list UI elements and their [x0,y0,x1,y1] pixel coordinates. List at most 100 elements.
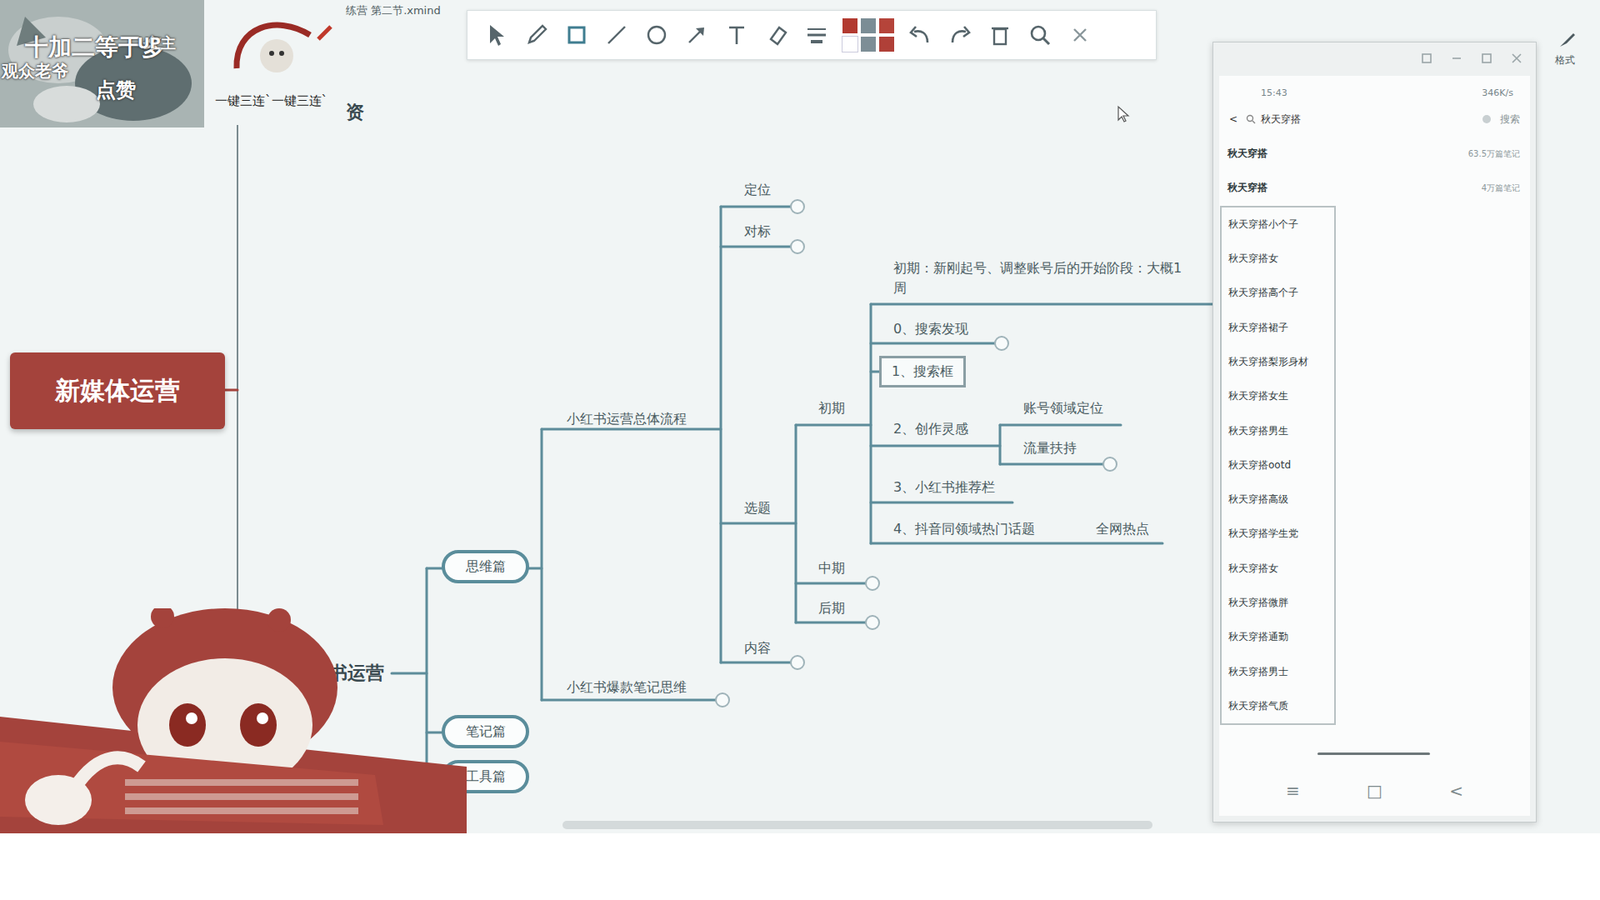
color-swatch[interactable] [879,18,895,34]
horizontal-scrollbar[interactable] [562,820,1153,830]
suggestion-row[interactable]: 秋天穿搭女 [1221,551,1335,586]
topic-node[interactable]: 小红书爆款笔记思维 [566,679,687,696]
suggestion-text: 秋天穿搭学生党 [1228,526,1299,541]
nav-button[interactable]: < [1449,780,1464,801]
color-swatch[interactable] [860,36,876,52]
topic-node[interactable]: 全网热点 [1095,520,1150,538]
meme-face-icon [226,10,335,94]
topic-node[interactable]: 小红书运营总体流程 [566,410,687,428]
topic-node[interactable]: 账号领域定位 [1023,400,1104,417]
back-button[interactable]: < [1229,113,1238,125]
suggestion-row[interactable]: 秋天穿搭男士 [1221,654,1335,689]
color-swatch[interactable] [879,36,895,52]
phone-screen: 15:43346K/s<秋天穿搭搜索秋天穿搭63.5万篇笔记秋天穿搭4万篇笔记秋… [1219,75,1530,816]
rect-tool[interactable] [562,20,591,50]
topic-node[interactable]: 1、搜索框 [879,355,966,388]
sticker-text: 点赞 [95,76,136,104]
suggestion-row[interactable]: 秋天穿搭通勤 [1221,620,1335,655]
nav-button[interactable]: □ [1366,780,1383,801]
circle-icon [642,20,671,50]
close-icon [1065,20,1095,50]
text-tool[interactable] [722,20,751,50]
suggestion-row[interactable]: 秋天穿搭男生 [1221,413,1335,448]
topic-pill[interactable]: 思维篇 [441,550,530,584]
clear-icon [1481,114,1492,125]
suggestion-row[interactable]: 秋天穿搭气质 [1221,689,1335,724]
suggestion-text: 秋天穿搭女生 [1228,389,1289,404]
line-tool[interactable] [602,20,631,50]
search-query[interactable]: 秋天穿搭 [1260,112,1301,127]
suggestion-row[interactable]: 秋天穿搭微胖 [1221,585,1335,620]
sticker-caption: 一键三连`一键三连` [215,93,328,110]
search-button[interactable]: 搜索 [1500,112,1520,127]
trash-icon [985,20,1015,50]
suggestion-row[interactable]: 秋天穿搭女生 [1221,379,1335,414]
suggestion-text: 秋天穿搭高级 [1228,492,1289,507]
pin-button[interactable] [1420,52,1433,67]
min-icon [1450,52,1463,65]
undo-icon [905,20,935,50]
suggestion-text: 秋天穿搭女 [1228,251,1279,266]
suggestion-row[interactable]: 秋天穿搭裙子 [1221,310,1335,345]
pointer-tool[interactable] [482,20,511,50]
rect-icon [562,20,591,50]
trash-tool[interactable] [985,20,1015,50]
suggestion-text: 秋天穿搭女 [1228,561,1279,576]
bottom-strip [0,833,1600,900]
suggestion-row[interactable]: 秋天穿搭高个子 [1221,275,1335,310]
suggestion-text: 秋天穿搭男士 [1228,665,1289,680]
nav-button[interactable]: ≡ [1285,780,1300,801]
close-tool[interactable] [1065,20,1095,50]
undo-tool[interactable] [905,20,935,50]
suggestion-row[interactable]: 秋天穿搭梨形身材 [1221,345,1335,380]
topic-node[interactable]: 对标 [744,223,771,240]
circle-tool[interactable] [642,20,671,50]
topic-node[interactable]: 内容 [744,640,771,657]
result-row[interactable]: 秋天穿搭63.5万篇笔记 [1219,136,1530,171]
topic-node[interactable]: 3、小红书推荐栏 [893,479,995,496]
topic-node[interactable]: 2、创作灵感 [893,420,969,438]
pin-icon [1420,52,1433,65]
pen-tool[interactable] [522,20,551,50]
color-swatch[interactable] [842,18,858,34]
arrow-tool[interactable] [682,20,711,50]
topic-node[interactable]: 选题 [744,500,771,517]
phone-title-bar [1213,42,1536,76]
topic-node[interactable]: 后期 [818,600,845,617]
topic-node[interactable]: 流量扶持 [1023,440,1077,457]
min-button[interactable] [1450,52,1463,67]
root-node[interactable]: 新媒体运营 [10,352,225,430]
topic-node[interactable]: 中期 [818,560,845,577]
suggestion-text: 秋天穿搭高个子 [1228,285,1299,300]
suggestion-row[interactable]: 秋天穿搭高级 [1221,482,1335,517]
close-button[interactable] [1510,52,1523,67]
zoom-icon [1025,20,1055,50]
format-label[interactable]: 格式 [1555,53,1575,68]
redo-icon [945,20,975,50]
result-text: 秋天穿搭 [1227,180,1268,195]
topic-node[interactable]: 书运营 [329,661,385,685]
network-speed: 346K/s [1481,87,1514,99]
topic-node[interactable]: 初期：新刚起号、调整账号后的开始阶段：大概1 [893,260,1182,277]
pointer-icon [482,20,511,50]
width-tool[interactable] [802,20,831,50]
topic-node[interactable]: 资 [345,100,365,125]
topic-pill[interactable]: 笔记篇 [441,715,530,749]
topic-node[interactable]: 4、抖音同领域热门话题 [893,520,1035,538]
topic-node[interactable]: 周 [893,280,907,297]
color-swatch[interactable] [860,18,876,34]
result-row[interactable]: 秋天穿搭4万篇笔记 [1219,170,1530,205]
topic-node[interactable]: 初期 [818,400,845,417]
color-swatch[interactable] [842,36,858,52]
suggestion-row[interactable]: 秋天穿搭女 [1221,241,1335,276]
zoom-tool[interactable] [1025,20,1055,50]
suggestion-row[interactable]: 秋天穿搭学生党 [1221,516,1335,551]
redo-tool[interactable] [945,20,975,50]
suggestion-row[interactable]: 秋天穿搭ootd [1221,448,1335,483]
eraser-tool[interactable] [762,20,791,50]
max-button[interactable] [1480,52,1493,67]
topic-node[interactable]: 定位 [744,181,771,199]
topic-node[interactable]: 0、搜索发现 [893,320,969,338]
suggestion-row[interactable]: 秋天穿搭小个子 [1221,207,1335,242]
search-field[interactable]: 秋天穿搭 [1245,112,1474,127]
